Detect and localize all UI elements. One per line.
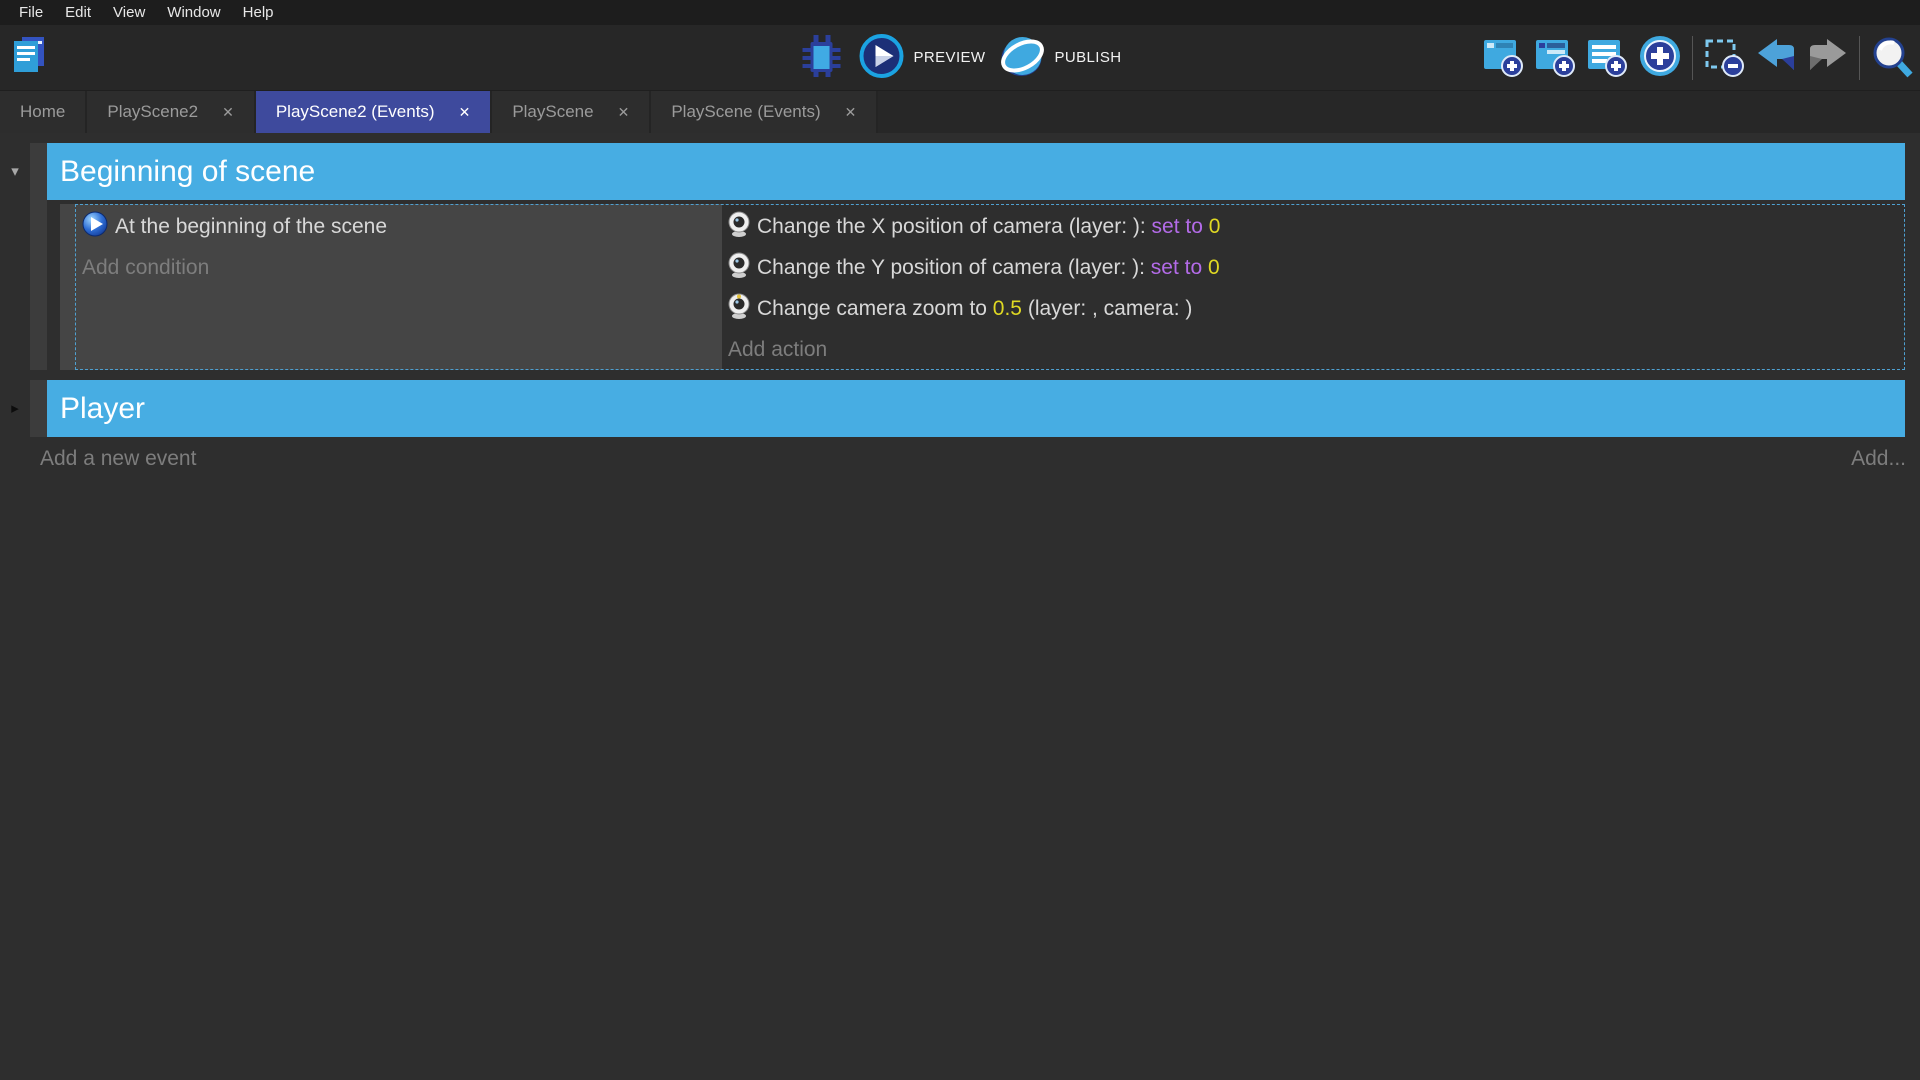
add-more-button[interactable]: Add...	[1851, 447, 1906, 471]
event-body: At the beginning of the scene Add condit…	[60, 204, 1905, 370]
debugger-button[interactable]	[799, 33, 845, 82]
main-toolbar: PREVIEW PUBLISH	[0, 25, 1920, 90]
publish-sphere-icon	[999, 33, 1045, 82]
caret-column: ▾	[0, 143, 30, 370]
camera-icon	[728, 251, 750, 285]
delete-selection-button[interactable]	[1703, 35, 1745, 80]
add-subevent-button[interactable]	[1534, 35, 1576, 80]
action-text: Change the X position of camera (layer: …	[757, 215, 1152, 239]
preview-label: PREVIEW	[914, 49, 986, 66]
toolbar-separator	[1692, 36, 1693, 80]
publish-button[interactable]: PUBLISH	[999, 33, 1121, 82]
publish-label: PUBLISH	[1054, 49, 1121, 66]
action-row-camera-x[interactable]: Change the X position of camera (layer: …	[728, 206, 1905, 247]
add-event-icon	[1482, 35, 1524, 80]
menu-item-window[interactable]: Window	[156, 0, 231, 25]
scene-start-icon	[82, 211, 108, 243]
event-group-player: ▸ Player	[0, 380, 1920, 437]
event-group-beginning-of-scene: ▾ Beginning of scene	[0, 143, 1920, 370]
debugger-icon	[799, 33, 845, 82]
tab-label: PlayScene	[512, 102, 593, 122]
group-header-player[interactable]: Player	[47, 380, 1905, 437]
action-value: 0	[1202, 256, 1220, 280]
project-manager-icon	[8, 35, 48, 80]
undo-icon	[1755, 35, 1797, 80]
tab-playscene2-events[interactable]: PlayScene2 (Events) ✕	[256, 91, 492, 133]
action-text: Change the Y position of camera (layer: …	[757, 256, 1151, 280]
camera-icon	[728, 210, 750, 244]
tab-label: PlayScene (Events)	[671, 102, 820, 122]
search-button[interactable]	[1870, 34, 1914, 81]
add-subevent-icon	[1534, 35, 1576, 80]
menu-item-help[interactable]: Help	[232, 0, 285, 25]
menu-item-view[interactable]: View	[102, 0, 156, 25]
condition-row[interactable]: At the beginning of the scene	[60, 206, 722, 247]
action-row-camera-y[interactable]: Change the Y position of camera (layer: …	[728, 247, 1905, 288]
condition-text: At the beginning of the scene	[115, 215, 387, 239]
events-sheet: ▾ Beginning of scene	[0, 133, 1920, 471]
menu-item-edit[interactable]: Edit	[54, 0, 102, 25]
action-row-camera-zoom[interactable]: Change camera zoom to 0.5 (layer: , came…	[728, 288, 1905, 329]
caret-column: ▸	[0, 380, 30, 437]
action-operator: set to	[1152, 215, 1203, 239]
add-action-button[interactable]: Add action	[728, 329, 1905, 370]
toolbar-right	[1482, 25, 1914, 90]
tab-close-icon[interactable]: ✕	[618, 104, 630, 121]
action-value: 0	[1203, 215, 1221, 239]
tab-label: Home	[20, 102, 65, 122]
collapse-caret-icon[interactable]: ▾	[11, 143, 19, 200]
redo-icon	[1807, 35, 1849, 80]
action-value: 0.5	[993, 297, 1022, 321]
action-operator: set to	[1151, 256, 1202, 280]
search-icon	[1870, 34, 1914, 81]
add-new-event-button[interactable]: Add a new event	[40, 447, 196, 471]
conditions-column: At the beginning of the scene Add condit…	[60, 204, 722, 370]
editor-tab-bar: Home PlayScene2 ✕ PlayScene2 (Events) ✕ …	[0, 90, 1920, 133]
actions-column: Change the X position of camera (layer: …	[722, 204, 1905, 370]
action-text: (layer: , camera: )	[1022, 297, 1192, 321]
project-manager-button[interactable]	[8, 35, 48, 80]
event-drag-handle	[30, 143, 47, 370]
redo-button[interactable]	[1807, 35, 1849, 80]
tab-playscene[interactable]: PlayScene ✕	[492, 91, 651, 133]
tab-label: PlayScene2 (Events)	[276, 102, 435, 122]
add-event-button[interactable]	[1482, 35, 1524, 80]
tab-close-icon[interactable]: ✕	[845, 104, 857, 121]
event-drag-handle	[30, 380, 47, 437]
add-circle-icon	[1638, 34, 1682, 81]
action-text: Change camera zoom to	[757, 297, 993, 321]
menu-item-file[interactable]: File	[8, 0, 54, 25]
add-comment-button[interactable]	[1586, 35, 1628, 80]
add-other-event-button[interactable]	[1638, 34, 1682, 81]
tab-close-icon[interactable]: ✕	[459, 104, 471, 121]
tab-playscene-events[interactable]: PlayScene (Events) ✕	[651, 91, 878, 133]
tab-label: PlayScene2	[107, 102, 198, 122]
camera-zoom-icon	[728, 292, 750, 326]
tab-playscene2[interactable]: PlayScene2 ✕	[87, 91, 255, 133]
menu-bar: File Edit View Window Help	[0, 0, 1920, 25]
events-footer: Add a new event Add...	[40, 447, 1906, 471]
toolbar-center: PREVIEW PUBLISH	[799, 33, 1122, 82]
tab-home[interactable]: Home	[0, 91, 87, 133]
toolbar-separator	[1859, 36, 1860, 80]
tab-close-icon[interactable]: ✕	[222, 104, 234, 121]
preview-play-icon	[859, 33, 905, 82]
add-comment-icon	[1586, 35, 1628, 80]
undo-button[interactable]	[1755, 35, 1797, 80]
preview-button[interactable]: PREVIEW	[859, 33, 986, 82]
group-header-beginning-of-scene[interactable]: Beginning of scene	[47, 143, 1905, 200]
add-condition-button[interactable]: Add condition	[60, 247, 722, 288]
delete-selection-icon	[1703, 35, 1745, 80]
expand-caret-icon[interactable]: ▸	[11, 380, 19, 437]
